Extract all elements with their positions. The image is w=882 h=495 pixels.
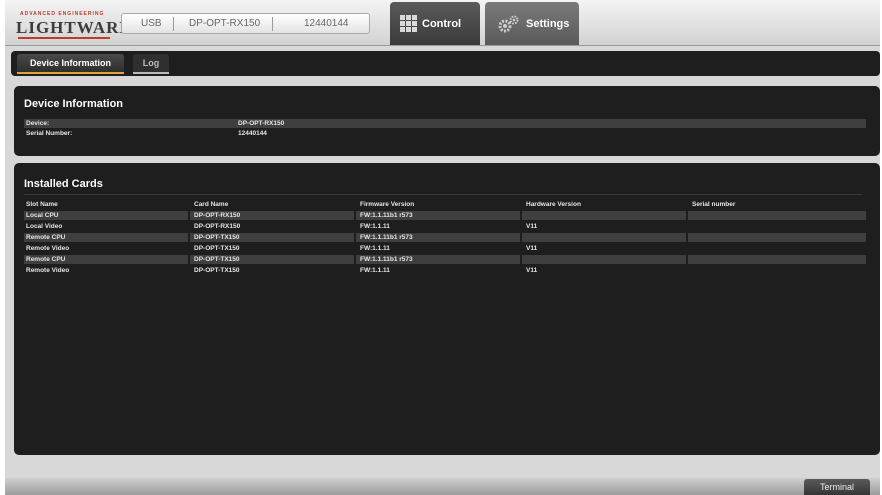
cell-text: DP-OPT-TX150: [194, 267, 240, 274]
serial-number-cell: [688, 222, 866, 231]
cell-text: Local CPU: [26, 212, 59, 219]
card-name-cell: DP-OPT-RX150: [190, 211, 354, 220]
serial-number-field-label: Serial Number:: [26, 130, 73, 137]
slot-name-cell: Remote Video: [24, 266, 188, 275]
connection-divider: [173, 17, 174, 31]
serial-number-field-value: 12440144: [238, 130, 267, 137]
hardware-version-cell: V11: [522, 244, 686, 253]
cell-text: FW:1.1.11b1 r573: [360, 212, 413, 219]
cell-text: DP-OPT-TX150: [194, 245, 240, 252]
status-footer: Terminal: [5, 478, 880, 495]
firmware-version-cell: FW:1.1.11b1 r573: [356, 211, 520, 220]
connection-info[interactable]: USB DP-OPT-RX150 12440144: [121, 13, 370, 34]
serial-number-cell: [688, 233, 866, 242]
app-window: ADVANCED ENGINEERING LIGHTWARE USB DP-OP…: [5, 0, 880, 495]
logo-tagline: ADVANCED ENGINEERING: [20, 11, 105, 17]
cell-text: FW:1.1.11b1 r573: [360, 256, 413, 263]
title-divider: [24, 194, 862, 195]
hardware-version-cell: V11: [522, 222, 686, 231]
firmware-version-cell: FW:1.1.11b1 r573: [356, 233, 520, 242]
hardware-version-cell: [522, 255, 686, 264]
table-row: Remote Video DP-OPT-TX150 FW:1.1.11 V11: [24, 244, 866, 253]
cell-text: V11: [526, 267, 538, 274]
nav-control-button[interactable]: Control: [390, 2, 480, 45]
serial-number-cell: [688, 255, 866, 264]
card-name-cell: DP-OPT-TX150: [190, 244, 354, 253]
hardware-version-cell: V11: [522, 266, 686, 275]
device-information-title: Device Information: [24, 98, 124, 110]
terminal-button[interactable]: Terminal: [804, 479, 870, 495]
cell-text: FW:1.1.11: [360, 223, 390, 230]
lightware-logo: ADVANCED ENGINEERING LIGHTWARE: [14, 9, 131, 39]
firmware-version-cell: FW:1.1.11: [356, 244, 520, 253]
cell-text: DP-OPT-RX150: [194, 223, 241, 230]
cell-text: Remote CPU: [26, 234, 66, 241]
cell-text: DP-OPT-RX150: [194, 212, 241, 219]
table-row: Local Video DP-OPT-RX150 FW:1.1.11 V11: [24, 222, 866, 231]
cell-text: DP-OPT-TX150: [194, 256, 240, 263]
table-row: Remote Video DP-OPT-TX150 FW:1.1.11 V11: [24, 266, 866, 275]
tab-device-information[interactable]: Device Information: [17, 54, 124, 74]
nav-settings-label: Settings: [526, 17, 570, 30]
cell-text: Remote Video: [26, 245, 70, 252]
serial-number-cell: [688, 266, 866, 275]
connection-interface: USB: [141, 18, 162, 29]
gears-icon: [498, 15, 519, 32]
cell-text: V11: [526, 245, 538, 252]
nav-control-label: Control: [422, 17, 462, 30]
card-name-cell: DP-OPT-TX150: [190, 266, 354, 275]
column-header-slot-name: Slot Name: [26, 201, 58, 208]
connection-divider: [272, 17, 273, 31]
firmware-version-cell: FW:1.1.11b1 r573: [356, 255, 520, 264]
cell-text: V11: [526, 223, 538, 230]
serial-number-cell: [688, 211, 866, 220]
cell-text: FW:1.1.11: [360, 245, 390, 252]
device-information-panel: Device Information Device: DP-OPT-RX150 …: [14, 86, 880, 156]
connection-device: DP-OPT-RX150: [189, 18, 261, 29]
slot-name-cell: Local Video: [24, 222, 188, 231]
serial-number-field-row: Serial Number: 12440144: [24, 129, 866, 138]
hardware-version-cell: [522, 233, 686, 242]
card-name-cell: DP-OPT-RX150: [190, 222, 354, 231]
cell-text: Remote CPU: [26, 256, 66, 263]
hardware-version-cell: [522, 211, 686, 220]
cell-text: FW:1.1.11b1 r573: [360, 234, 413, 241]
cell-text: Remote Video: [26, 267, 70, 274]
grid-icon: [400, 15, 417, 32]
firmware-version-cell: FW:1.1.11: [356, 266, 520, 275]
cell-text: FW:1.1.11: [360, 267, 390, 274]
connection-serial: 12440144: [304, 18, 349, 29]
table-row: Local CPU DP-OPT-RX150 FW:1.1.11b1 r573: [24, 211, 866, 220]
column-header-hardware-version: Hardware Version: [526, 201, 581, 208]
column-header-card-name: Card Name: [194, 201, 229, 208]
column-header-firmware-version: Firmware Version: [360, 201, 415, 208]
cell-text: Local Video: [26, 223, 63, 230]
slot-name-cell: Remote Video: [24, 244, 188, 253]
logo-wordmark: LIGHTWARE: [16, 18, 132, 37]
table-row: Remote CPU DP-OPT-TX150 FW:1.1.11b1 r573: [24, 233, 866, 242]
logo-underline: [18, 37, 110, 39]
device-field-row: Device: DP-OPT-RX150: [24, 119, 866, 128]
slot-name-cell: Local CPU: [24, 211, 188, 220]
device-field-label: Device:: [26, 120, 50, 127]
column-header-serial-number: Serial number: [692, 201, 736, 208]
slot-name-cell: Remote CPU: [24, 233, 188, 242]
cell-text: DP-OPT-TX150: [194, 234, 240, 241]
firmware-version-cell: FW:1.1.11: [356, 222, 520, 231]
serial-number-cell: [688, 244, 866, 253]
cards-table-header: Slot Name Card Name Firmware Version Har…: [24, 200, 866, 210]
tab-log[interactable]: Log: [133, 54, 169, 74]
installed-cards-title: Installed Cards: [24, 178, 103, 190]
header-bar: ADVANCED ENGINEERING LIGHTWARE USB DP-OP…: [5, 0, 880, 46]
card-name-cell: DP-OPT-TX150: [190, 233, 354, 242]
nav-settings-button[interactable]: Settings: [485, 2, 579, 45]
device-field-value: DP-OPT-RX150: [238, 120, 285, 127]
installed-cards-panel: Installed Cards Slot Name Card Name Firm…: [14, 163, 880, 455]
table-row: Remote CPU DP-OPT-TX150 FW:1.1.11b1 r573: [24, 255, 866, 264]
settings-tabbar: Device Information Log: [11, 51, 880, 76]
card-name-cell: DP-OPT-TX150: [190, 255, 354, 264]
slot-name-cell: Remote CPU: [24, 255, 188, 264]
